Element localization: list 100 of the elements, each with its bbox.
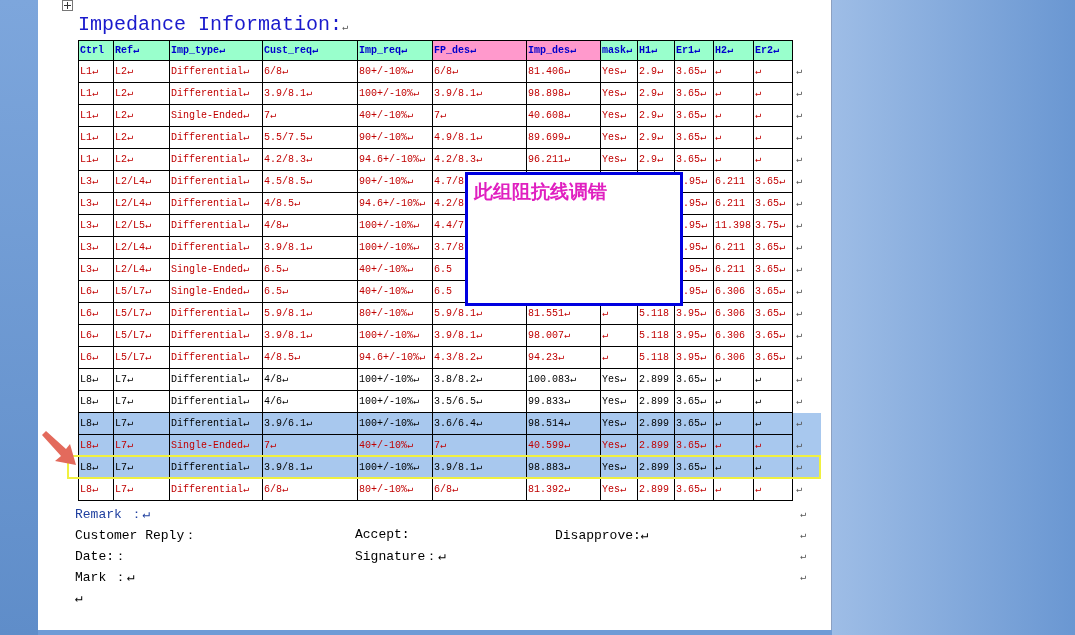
table-cell: 6/8↵ <box>434 66 459 77</box>
table-cell: L7↵ <box>115 484 134 495</box>
comment-text: 此组阻抗线调错 <box>474 179 607 204</box>
table-cell: ↵ <box>715 396 722 407</box>
table-cell: L3↵ <box>80 176 99 187</box>
table-cell: 81.406↵ <box>528 66 571 77</box>
table-cell: ↵ <box>715 418 722 429</box>
table-cell: Yes↵ <box>602 374 627 385</box>
table-cell: 94.23↵ <box>528 352 565 363</box>
column-header: H2↵ <box>714 40 754 61</box>
table-cell: L8↵ <box>80 396 99 407</box>
table-cell: Yes↵ <box>602 88 627 99</box>
row-end-mark: ↵ <box>795 87 804 101</box>
table-cell: ↵ <box>755 418 762 429</box>
table-cell: ↵ <box>715 88 722 99</box>
table-cell: 4.3/8.2↵ <box>434 352 483 363</box>
table-cell: .95↵ <box>683 220 708 231</box>
row-end-mark: ↵ <box>795 175 804 189</box>
row-end-mark: ↵ <box>795 109 804 123</box>
table-cell: 3.65↵ <box>755 264 786 275</box>
table-cell: 2.9↵ <box>639 132 664 143</box>
table-cell: 2.9↵ <box>639 88 664 99</box>
table-cell: 98.007↵ <box>528 330 571 341</box>
table-cell: Differential↵ <box>171 330 250 341</box>
table-cell: L7↵ <box>115 396 134 407</box>
table-cell: 90+/-10%↵ <box>359 132 414 143</box>
row-end-mark: ↵ <box>795 483 804 497</box>
table-cell: L7↵ <box>115 374 134 385</box>
table-cell: 6.211 <box>715 264 745 275</box>
table-cell: 6.5 <box>434 286 452 297</box>
table-cell: L2/L4↵ <box>115 176 152 187</box>
table-cell: L6↵ <box>80 286 99 297</box>
table-cell: 3.65↵ <box>676 396 707 407</box>
table-cell: Differential↵ <box>171 242 250 253</box>
table-cell: ↵ <box>602 330 609 341</box>
table-cell: 3.65↵ <box>676 440 707 451</box>
table-cell: L1↵ <box>80 88 99 99</box>
table-cell: 3.9/8.1↵ <box>264 88 313 99</box>
table-cell: 94.6+/-10%↵ <box>359 154 426 165</box>
table-cell: 3.5/6.5↵ <box>434 396 483 407</box>
table-cell: L5/L7↵ <box>115 330 152 341</box>
paragraph-mark: ↵ <box>800 549 808 562</box>
table-cell: .95↵ <box>683 286 708 297</box>
table-cell: 100+/-10%↵ <box>359 418 420 429</box>
table-cell: L1↵ <box>80 132 99 143</box>
table-cell: Yes↵ <box>602 484 627 495</box>
table-cell: 4/8.5↵ <box>264 198 301 209</box>
table-cell: 100+/-10%↵ <box>359 242 420 253</box>
table-cell: 100+/-10%↵ <box>359 374 420 385</box>
table-cell: 3.9/8.1↵ <box>264 242 313 253</box>
table-cell: 99.833↵ <box>528 396 571 407</box>
column-header: Er2↵ <box>754 40 793 61</box>
table-cell: Yes↵ <box>602 110 627 121</box>
form-text: Signature：↵ <box>355 547 448 565</box>
row-end-mark: ↵ <box>795 417 804 431</box>
table-cell: ↵ <box>715 66 722 77</box>
move-handle-icon[interactable] <box>62 0 73 11</box>
table-cell: 4.2/8 <box>434 198 464 209</box>
table-cell: 11.398 <box>715 220 751 231</box>
column-header: Imp_type↵ <box>170 40 263 61</box>
table-cell: 3.95↵ <box>676 330 707 341</box>
table-cell: L2↵ <box>115 154 134 165</box>
table-cell: 100+/-10%↵ <box>359 462 420 473</box>
row-end-mark: ↵ <box>795 131 804 145</box>
table-cell: 80+/-10%↵ <box>359 66 414 77</box>
pointer-arrow-icon <box>40 431 78 467</box>
table-cell: .95↵ <box>683 176 708 187</box>
table-cell: L2↵ <box>115 110 134 121</box>
table-cell: ↵ <box>755 396 762 407</box>
table-cell: 6.5 <box>434 264 452 275</box>
table-cell: 2.9↵ <box>639 66 664 77</box>
row-end-mark: ↵ <box>795 329 804 343</box>
table-cell: 5.118 <box>639 308 669 319</box>
table-cell: 94.6+/-10%↵ <box>359 352 426 363</box>
table-cell: Differential↵ <box>171 418 250 429</box>
table-cell: 3.65↵ <box>676 374 707 385</box>
table-cell: 3.65↵ <box>755 198 786 209</box>
row-end-mark: ↵ <box>795 153 804 167</box>
table-cell: 3.65↵ <box>676 66 707 77</box>
table-cell: 4/8.5↵ <box>264 352 301 363</box>
table-cell: Differential↵ <box>171 88 250 99</box>
table-cell: 4.4/7 <box>434 220 464 231</box>
form-text: Mark ：↵ <box>75 568 136 586</box>
table-cell: L6↵ <box>80 330 99 341</box>
table-cell: L8↵ <box>80 418 99 429</box>
table-cell: 40.608↵ <box>528 110 571 121</box>
column-header: Imp_des↵ <box>527 40 601 61</box>
table-cell: 6.5↵ <box>264 286 289 297</box>
table-cell: 6.211 <box>715 176 745 187</box>
table-cell: 3.95↵ <box>676 352 707 363</box>
table-cell: Yes↵ <box>602 154 627 165</box>
table-cell: 5.5/7.5↵ <box>264 132 313 143</box>
table-cell: L1↵ <box>80 154 99 165</box>
table-cell: L3↵ <box>80 198 99 209</box>
table-cell: Differential↵ <box>171 154 250 165</box>
table-cell: 100+/-10%↵ <box>359 88 420 99</box>
table-cell: .95↵ <box>683 264 708 275</box>
table-cell: L2/L4↵ <box>115 242 152 253</box>
table-cell: ↵ <box>715 440 722 451</box>
form-text: ↵ <box>75 589 84 606</box>
